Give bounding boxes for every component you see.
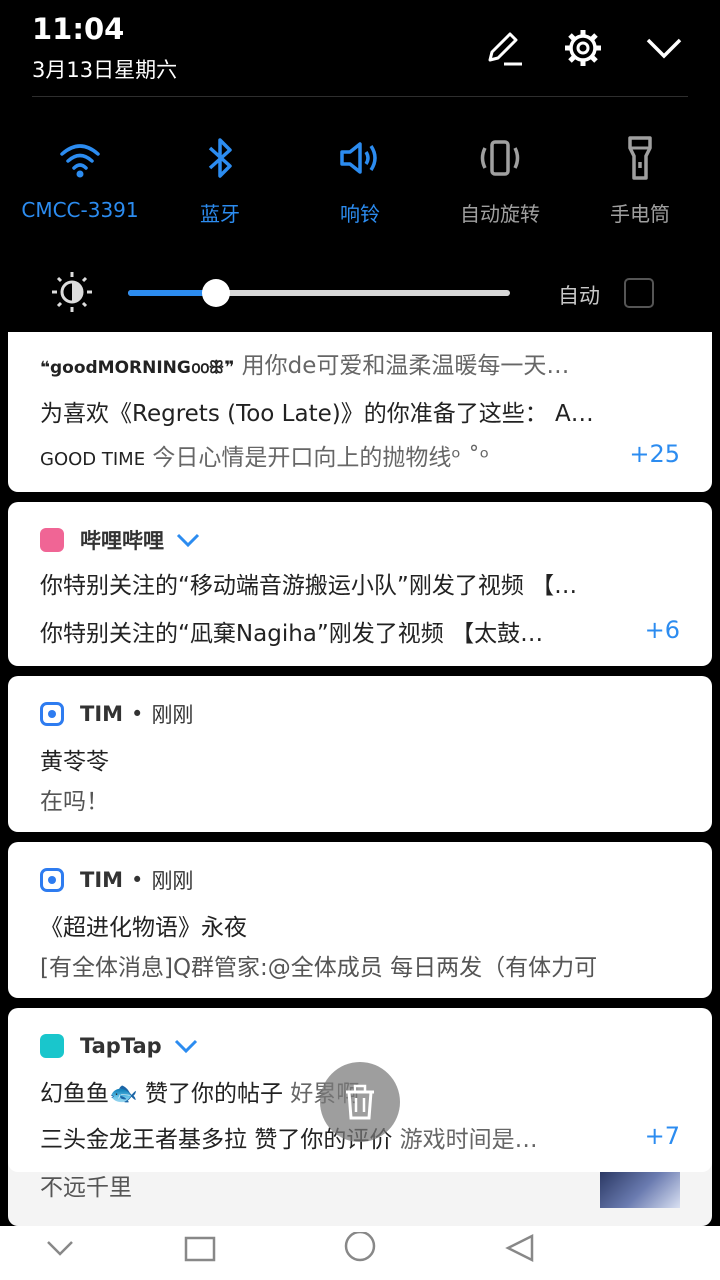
notification-count: +7: [644, 1122, 680, 1150]
app-name: TIM: [80, 702, 124, 726]
wifi-icon: [56, 134, 104, 182]
brightness-knob[interactable]: [201, 279, 230, 307]
toggle-label: 蓝牙: [200, 202, 240, 226]
notification-bilibili[interactable]: 哔哩哔哩 你特别关注的“移动端音游搬运小队”刚发了视频 【… 你特别关注的“凪棄…: [8, 502, 712, 666]
bluetooth-icon: [196, 134, 244, 182]
toggle-label: CMCC-3391: [21, 198, 139, 222]
notification-tim-1[interactable]: TIM • 刚刚 黄苓苓 在吗！: [8, 676, 712, 832]
taptap-line-1: 幻鱼鱼🐟 赞了你的帖子 好累啊: [40, 1081, 359, 1107]
toggle-flashlight[interactable]: 手电筒: [570, 134, 710, 227]
rotate-icon: [476, 134, 524, 182]
app-name: TIM: [80, 868, 124, 892]
taptap-icon: [40, 1034, 64, 1058]
music-line-1: ❝goodMORNING൦൦ꕥ❞ 用你de可爱和温柔温暖每一天…: [40, 353, 570, 379]
separator-dot: •: [131, 702, 144, 726]
bilibili-line-2: 你特别关注的“凪棄Nagiha”刚发了视频 【太鼓…: [40, 621, 544, 647]
toggle-wifi[interactable]: CMCC-3391: [10, 134, 150, 222]
tim-icon: [40, 702, 64, 726]
brightness-slider[interactable]: [128, 279, 510, 307]
music-line-3: GOOD TIME 今日心情是开口向上的抛物线ᵒ ˚ᵒ: [40, 445, 490, 471]
app-header: TIM • 刚刚: [40, 866, 193, 894]
recents-icon[interactable]: [340, 1230, 380, 1272]
gear-icon[interactable]: [563, 28, 603, 68]
chevron-down-icon[interactable]: [644, 28, 684, 68]
notification-body: [有全体消息]Q群管家:@全体成员 每日两发（有体力可: [40, 955, 598, 981]
clock: 11:04: [32, 12, 125, 46]
back-icon[interactable]: [40, 1232, 80, 1272]
app-header: TIM • 刚刚: [40, 700, 193, 728]
toggle-label: 自动旋转: [460, 202, 540, 226]
triangle-back-icon[interactable]: [500, 1232, 540, 1272]
app-name: TapTap: [80, 1034, 162, 1058]
notification-tim-2[interactable]: TIM • 刚刚 《超进化物语》永夜 [有全体消息]Q群管家:@全体成员 每日两…: [8, 842, 712, 998]
toggle-sound[interactable]: 响铃: [290, 134, 430, 227]
tim-icon: [40, 868, 64, 892]
header-divider: [32, 96, 688, 97]
bilibili-line-1: 你特别关注的“移动端音游搬运小队”刚发了视频 【…: [40, 573, 578, 599]
toggle-bluetooth[interactable]: 蓝牙: [150, 134, 290, 227]
navigation-bar: [0, 1226, 720, 1280]
brightness-icon: [50, 270, 94, 314]
auto-brightness-label: 自动: [558, 284, 600, 308]
expand-chevron-icon[interactable]: [176, 531, 200, 549]
notification-count: +6: [644, 616, 680, 644]
notification-music[interactable]: ❝goodMORNING൦൦ꕥ❞ 用你de可爱和温柔温暖每一天… 为喜欢《Reg…: [8, 332, 712, 492]
notification-title: 黄苓苓: [40, 749, 109, 775]
speaker-icon: [336, 134, 384, 182]
separator-dot: •: [131, 868, 144, 892]
toggle-label: 手电筒: [610, 202, 670, 226]
notification-time: 刚刚: [151, 869, 194, 893]
music-line-2: 为喜欢《Regrets (Too Late)》的你准备了这些： A…: [40, 401, 594, 427]
auto-brightness-checkbox[interactable]: [624, 278, 654, 308]
bilibili-icon: [40, 528, 64, 552]
notification-shade: 11:04 3月13日星期六 CMCC-3391 蓝牙 响铃 自动旋转 手电筒 …: [0, 0, 720, 1280]
notification-title: 《超进化物语》永夜: [40, 915, 247, 941]
home-icon[interactable]: [180, 1232, 220, 1272]
flashlight-icon: [616, 134, 664, 182]
expand-chevron-icon[interactable]: [174, 1037, 198, 1055]
app-header: 哔哩哔哩: [40, 526, 200, 554]
notification-count: +25: [629, 440, 680, 468]
notification-body: 不远千里: [40, 1175, 132, 1201]
notification-time: 刚刚: [151, 703, 194, 727]
app-header: TapTap: [40, 1032, 198, 1060]
app-name: 哔哩哔哩: [80, 529, 164, 553]
edit-icon[interactable]: [484, 28, 524, 68]
trash-icon[interactable]: [320, 1062, 400, 1142]
toggle-label: 响铃: [340, 202, 380, 226]
date: 3月13日星期六: [32, 58, 178, 82]
toggle-rotate[interactable]: 自动旋转: [430, 134, 570, 227]
notification-body: 在吗！: [40, 789, 109, 815]
